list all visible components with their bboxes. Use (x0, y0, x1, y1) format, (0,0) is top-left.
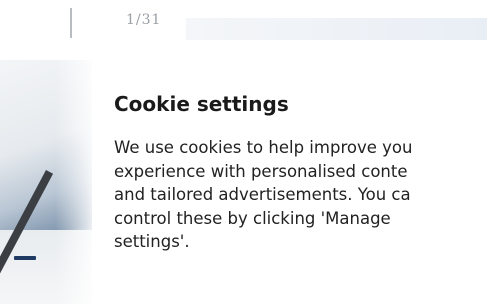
cookie-body-line: experience with personalised conte (114, 161, 408, 181)
product-image (0, 60, 92, 304)
cookie-dialog: Cookie settings We use cookies to help i… (92, 70, 487, 304)
cookie-body-line: We use cookies to help improve you (114, 138, 413, 157)
carousel-divider (70, 8, 72, 38)
cookie-body-line: and tailored advertisements. You ca (114, 185, 411, 204)
carousel-progress-bar[interactable] (186, 18, 487, 40)
page: 1/31 Cookie settings We use cookies to h… (0, 0, 487, 304)
cookie-dialog-body: We use cookies to help improve you exper… (114, 136, 487, 254)
cookie-dialog-title: Cookie settings (114, 92, 289, 116)
cookie-body-line: control these by clicking 'Manage (114, 208, 391, 228)
carousel-counter: 1/31 (126, 12, 162, 28)
cookie-body-line: settings'. (114, 232, 190, 251)
image-fade (0, 60, 92, 304)
